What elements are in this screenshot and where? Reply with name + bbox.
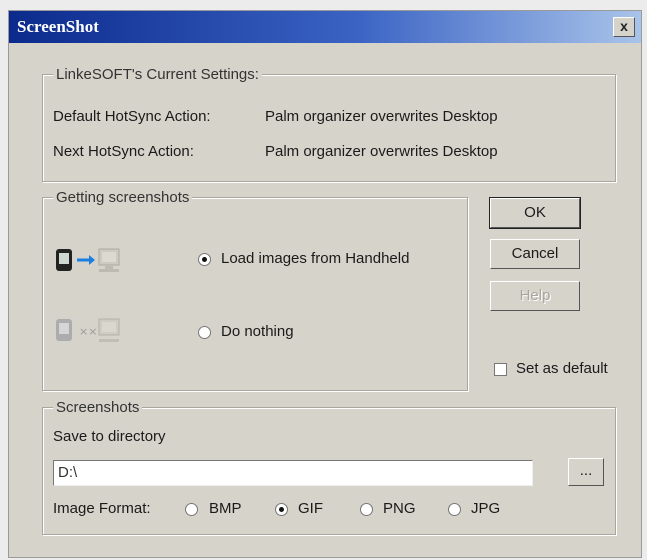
title-bar[interactable]: ScreenShot x <box>9 11 641 43</box>
no-transfer-icon: ×× <box>56 318 120 342</box>
format-gif-label[interactable]: GIF <box>298 500 323 517</box>
directory-input[interactable]: D:\ <box>53 460 533 486</box>
set-default-checkbox[interactable] <box>494 363 507 376</box>
image-format-label: Image Format: <box>53 500 151 517</box>
arrow-right-icon <box>77 255 95 265</box>
format-bmp-radio[interactable] <box>185 503 198 516</box>
format-png-radio[interactable] <box>360 503 373 516</box>
screenshots-legend: Screenshots <box>53 399 143 416</box>
format-gif-radio[interactable] <box>275 503 288 516</box>
handheld-to-desktop-icon <box>56 248 120 272</box>
dialog-window: ScreenShot x LinkeSOFT's Current Setting… <box>8 10 642 558</box>
format-jpg-label[interactable]: JPG <box>471 500 500 517</box>
save-directory-label: Save to directory <box>53 428 166 445</box>
browse-button[interactable]: ... <box>568 458 604 486</box>
desktop-icon <box>98 248 120 272</box>
screenshots-group: Screenshots Save to directory D:\ ... Im… <box>42 399 616 535</box>
default-hotsync-label: Default HotSync Action: <box>53 108 211 125</box>
help-button[interactable]: Help <box>490 281 580 311</box>
current-settings-group: LinkeSOFT's Current Settings: Default Ho… <box>42 66 616 182</box>
format-png-label[interactable]: PNG <box>383 500 416 517</box>
getting-screenshots-legend: Getting screenshots <box>53 189 193 206</box>
window-title: ScreenShot <box>17 17 99 36</box>
next-hotsync-label: Next HotSync Action: <box>53 143 194 160</box>
format-bmp-label[interactable]: BMP <box>209 500 242 517</box>
do-nothing-radio[interactable] <box>198 326 211 339</box>
svg-text:××: ×× <box>79 325 97 338</box>
load-images-radio[interactable] <box>198 253 211 266</box>
load-images-label[interactable]: Load images from Handheld <box>221 250 409 267</box>
handheld-icon <box>56 249 72 271</box>
next-hotsync-value: Palm organizer overwrites Desktop <box>265 143 498 160</box>
current-settings-legend: LinkeSOFT's Current Settings: <box>53 66 262 83</box>
set-default-label[interactable]: Set as default <box>516 360 608 377</box>
ok-button[interactable]: OK <box>489 197 581 229</box>
do-nothing-label[interactable]: Do nothing <box>221 323 294 340</box>
getting-screenshots-group: Getting screenshots Load images from Han… <box>42 189 468 391</box>
default-hotsync-value: Palm organizer overwrites Desktop <box>265 108 498 125</box>
cancel-button[interactable]: Cancel <box>490 239 580 269</box>
format-jpg-radio[interactable] <box>448 503 461 516</box>
close-button[interactable]: x <box>613 17 635 37</box>
